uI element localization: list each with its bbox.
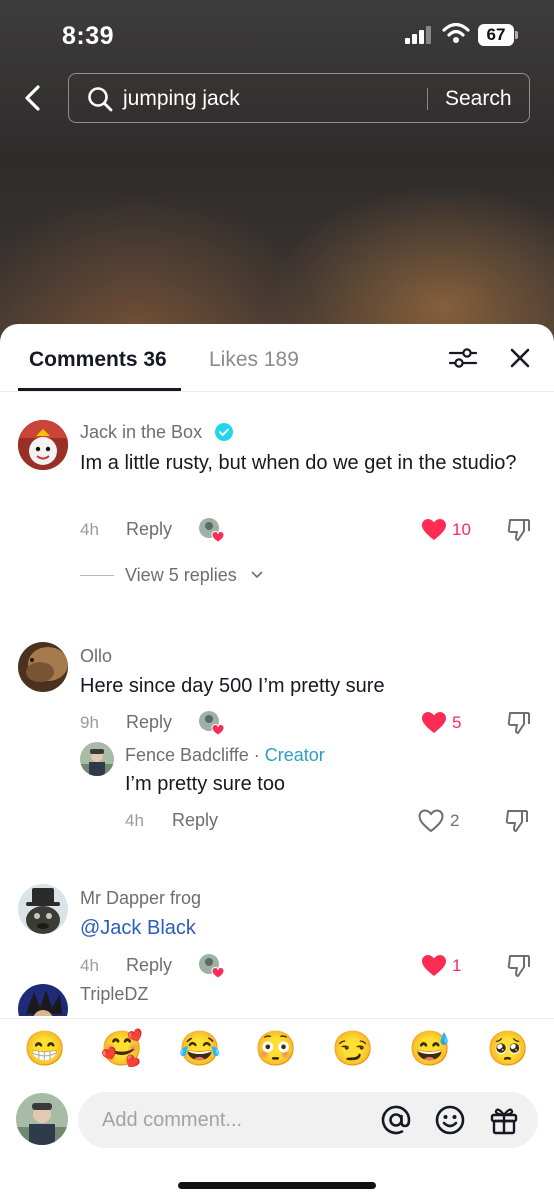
search-divider [427,88,428,110]
verified-badge-icon [215,423,233,441]
comment-time: 4h [80,520,99,539]
sheet-tabs: Comments 36 Likes 189 [0,324,554,392]
filter-icon[interactable] [448,346,478,370]
creator-liked-icon [199,954,224,979]
search-bar[interactable]: jumping jack Search [68,73,530,123]
creator-liked-icon [199,711,224,736]
avatar[interactable] [18,642,68,692]
comment-time: 4h [80,956,99,975]
wifi-icon [442,22,470,43]
comment-placeholder: Add comment... [102,1109,243,1131]
comment-username[interactable]: Jack in the Box [80,422,202,443]
emoji-pleading-button[interactable]: 🥺 [486,1029,530,1069]
emoji-quick-bar: 😁 🥰 😂 😳 😏 😅 🥺 [0,1018,554,1082]
like-heart-icon[interactable] [421,518,447,542]
search-button[interactable]: Search [445,87,512,111]
like-heart-outline-icon[interactable] [418,809,444,833]
comment-text: I’m pretty sure too [125,773,286,795]
comment-username[interactable]: TripleDZ [80,984,148,1005]
my-avatar [16,1093,68,1145]
tab-likes[interactable]: Likes 189 [209,348,299,372]
signal-icon [405,26,431,44]
emoji-smiling-hearts-button[interactable]: 🥰 [100,1029,144,1069]
creator-liked-icon [199,518,224,543]
creator-badge: Creator [264,745,325,765]
mention-at-icon[interactable] [380,1104,412,1136]
like-count: 2 [450,811,460,830]
dislike-icon[interactable] [504,808,530,834]
reply-button[interactable]: Reply [172,810,218,831]
video-background [0,0,554,360]
emoji-joy-button[interactable]: 😂 [178,1029,222,1069]
status-bar: 8:39 67 [0,0,554,50]
comment-list: Jack in the Box Im a little rusty, but w… [0,392,554,1016]
chevron-down-icon [251,571,263,579]
home-indicator [178,1182,376,1189]
gift-icon[interactable] [488,1104,520,1136]
like-count: 5 [452,713,462,732]
reply-button[interactable]: Reply [126,519,172,540]
close-icon[interactable] [508,346,532,370]
emoji-flushed-button[interactable]: 😳 [254,1029,298,1069]
reply-button[interactable]: Reply [126,712,172,733]
emoji-picker-icon[interactable] [434,1104,466,1136]
comment-text: Here since day 500 I’m pretty sure [80,675,385,697]
avatar[interactable] [18,420,68,470]
battery-indicator: 67 [478,24,518,46]
comment-text: Im a little rusty, but when do we get in… [80,452,517,474]
avatar[interactable] [18,984,68,1016]
battery-level: 67 [486,25,506,44]
search-icon [88,87,113,112]
view-replies-line [80,575,114,576]
comments-sheet: Comments 36 Likes 189 Jack in the Box Im… [0,324,554,1200]
reply-username[interactable]: Fence Badcliffe [125,745,249,765]
like-heart-icon[interactable] [421,954,447,978]
status-time: 8:39 [62,22,115,50]
active-tab-indicator [18,388,181,391]
like-count: 1 [452,956,462,975]
dislike-icon[interactable] [506,710,532,736]
comment-time: 4h [125,811,144,830]
emoji-sweat-smile-button[interactable]: 😅 [408,1029,452,1069]
view-replies-button[interactable]: View 5 replies [125,565,237,586]
comment-input[interactable]: Add comment... [78,1092,538,1148]
reply-button[interactable]: Reply [126,955,172,976]
comment-time: 9h [80,713,99,732]
comment-username[interactable]: Ollo [80,646,112,667]
comment-username[interactable]: Mr Dapper frog [80,888,201,909]
like-count: 10 [452,520,471,539]
comment-username: Fence Badcliffe · Creator [125,745,325,766]
dislike-icon[interactable] [506,953,532,979]
tab-comments[interactable]: Comments 36 [29,348,167,372]
dislike-icon[interactable] [506,517,532,543]
like-heart-icon[interactable] [421,711,447,735]
emoji-grin-button[interactable]: 😁 [23,1029,67,1069]
comment-mention[interactable]: @Jack Black [80,913,520,943]
emoji-smirk-button[interactable]: 😏 [331,1029,375,1069]
back-arrow-icon[interactable] [18,82,50,114]
avatar[interactable] [80,742,114,776]
search-input[interactable]: jumping jack [123,87,240,111]
username-separator: · [253,745,260,765]
avatar[interactable] [18,884,68,934]
